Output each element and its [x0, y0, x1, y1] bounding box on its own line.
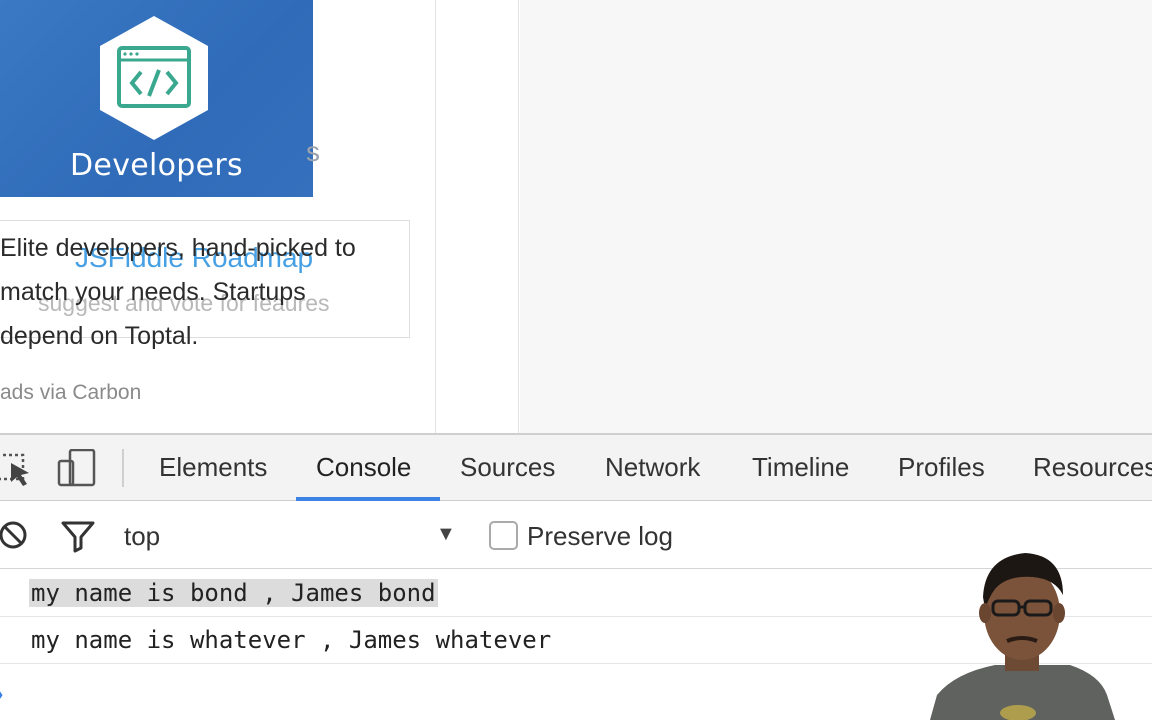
tab-sources[interactable]: Sources — [460, 452, 555, 483]
tab-console[interactable]: Console — [316, 452, 411, 483]
ad-via-link[interactable]: ads via Carbon — [0, 381, 141, 405]
context-selector[interactable]: top — [124, 521, 160, 552]
device-mode-icon[interactable] — [56, 449, 96, 487]
inspect-element-icon[interactable] — [0, 449, 34, 487]
ad-brand-label: Developers — [70, 148, 243, 183]
preserve-log-label[interactable]: Preserve log — [527, 521, 673, 552]
console-message-text: my name is whatever , James whatever — [31, 626, 552, 654]
ad-description[interactable]: Elite developers, hand-picked to match y… — [0, 226, 410, 358]
toolbar-divider — [122, 449, 124, 487]
filter-icon[interactable] — [60, 519, 96, 553]
tab-network[interactable]: Network — [605, 452, 700, 483]
tab-timeline[interactable]: Timeline — [752, 452, 849, 483]
page-preview: Developers s JSFiddle Roadmap suggest an… — [0, 0, 1152, 433]
dropdown-arrow-icon[interactable]: ▼ — [436, 523, 456, 546]
ad-text-line: Elite developers, hand-picked to — [0, 234, 356, 262]
ad-text-line: depend on Toptal. — [0, 322, 199, 350]
tab-elements[interactable]: Elements — [159, 452, 267, 483]
ad-banner[interactable]: Developers — [0, 0, 313, 197]
code-window-icon — [100, 16, 208, 140]
preserve-log-checkbox[interactable] — [489, 521, 518, 550]
clear-console-icon[interactable] — [0, 520, 30, 550]
devtools-toolbar: Elements Console Sources Network Timelin… — [0, 435, 1152, 501]
tab-profiles[interactable]: Profiles — [898, 452, 985, 483]
prompt-chevron-icon: › — [0, 681, 3, 707]
result-panel — [520, 0, 1152, 433]
ghost-text: s — [306, 136, 320, 167]
console-message-text: my name is bond , James bond — [29, 579, 438, 607]
ad-text-line: match your needs. Startups — [0, 278, 306, 306]
presenter-webcam — [930, 553, 1115, 720]
tab-resources[interactable]: Resources — [1033, 452, 1152, 483]
sidebar-panel: Developers s JSFiddle Roadmap suggest an… — [0, 0, 436, 433]
panel-divider[interactable] — [437, 0, 519, 433]
